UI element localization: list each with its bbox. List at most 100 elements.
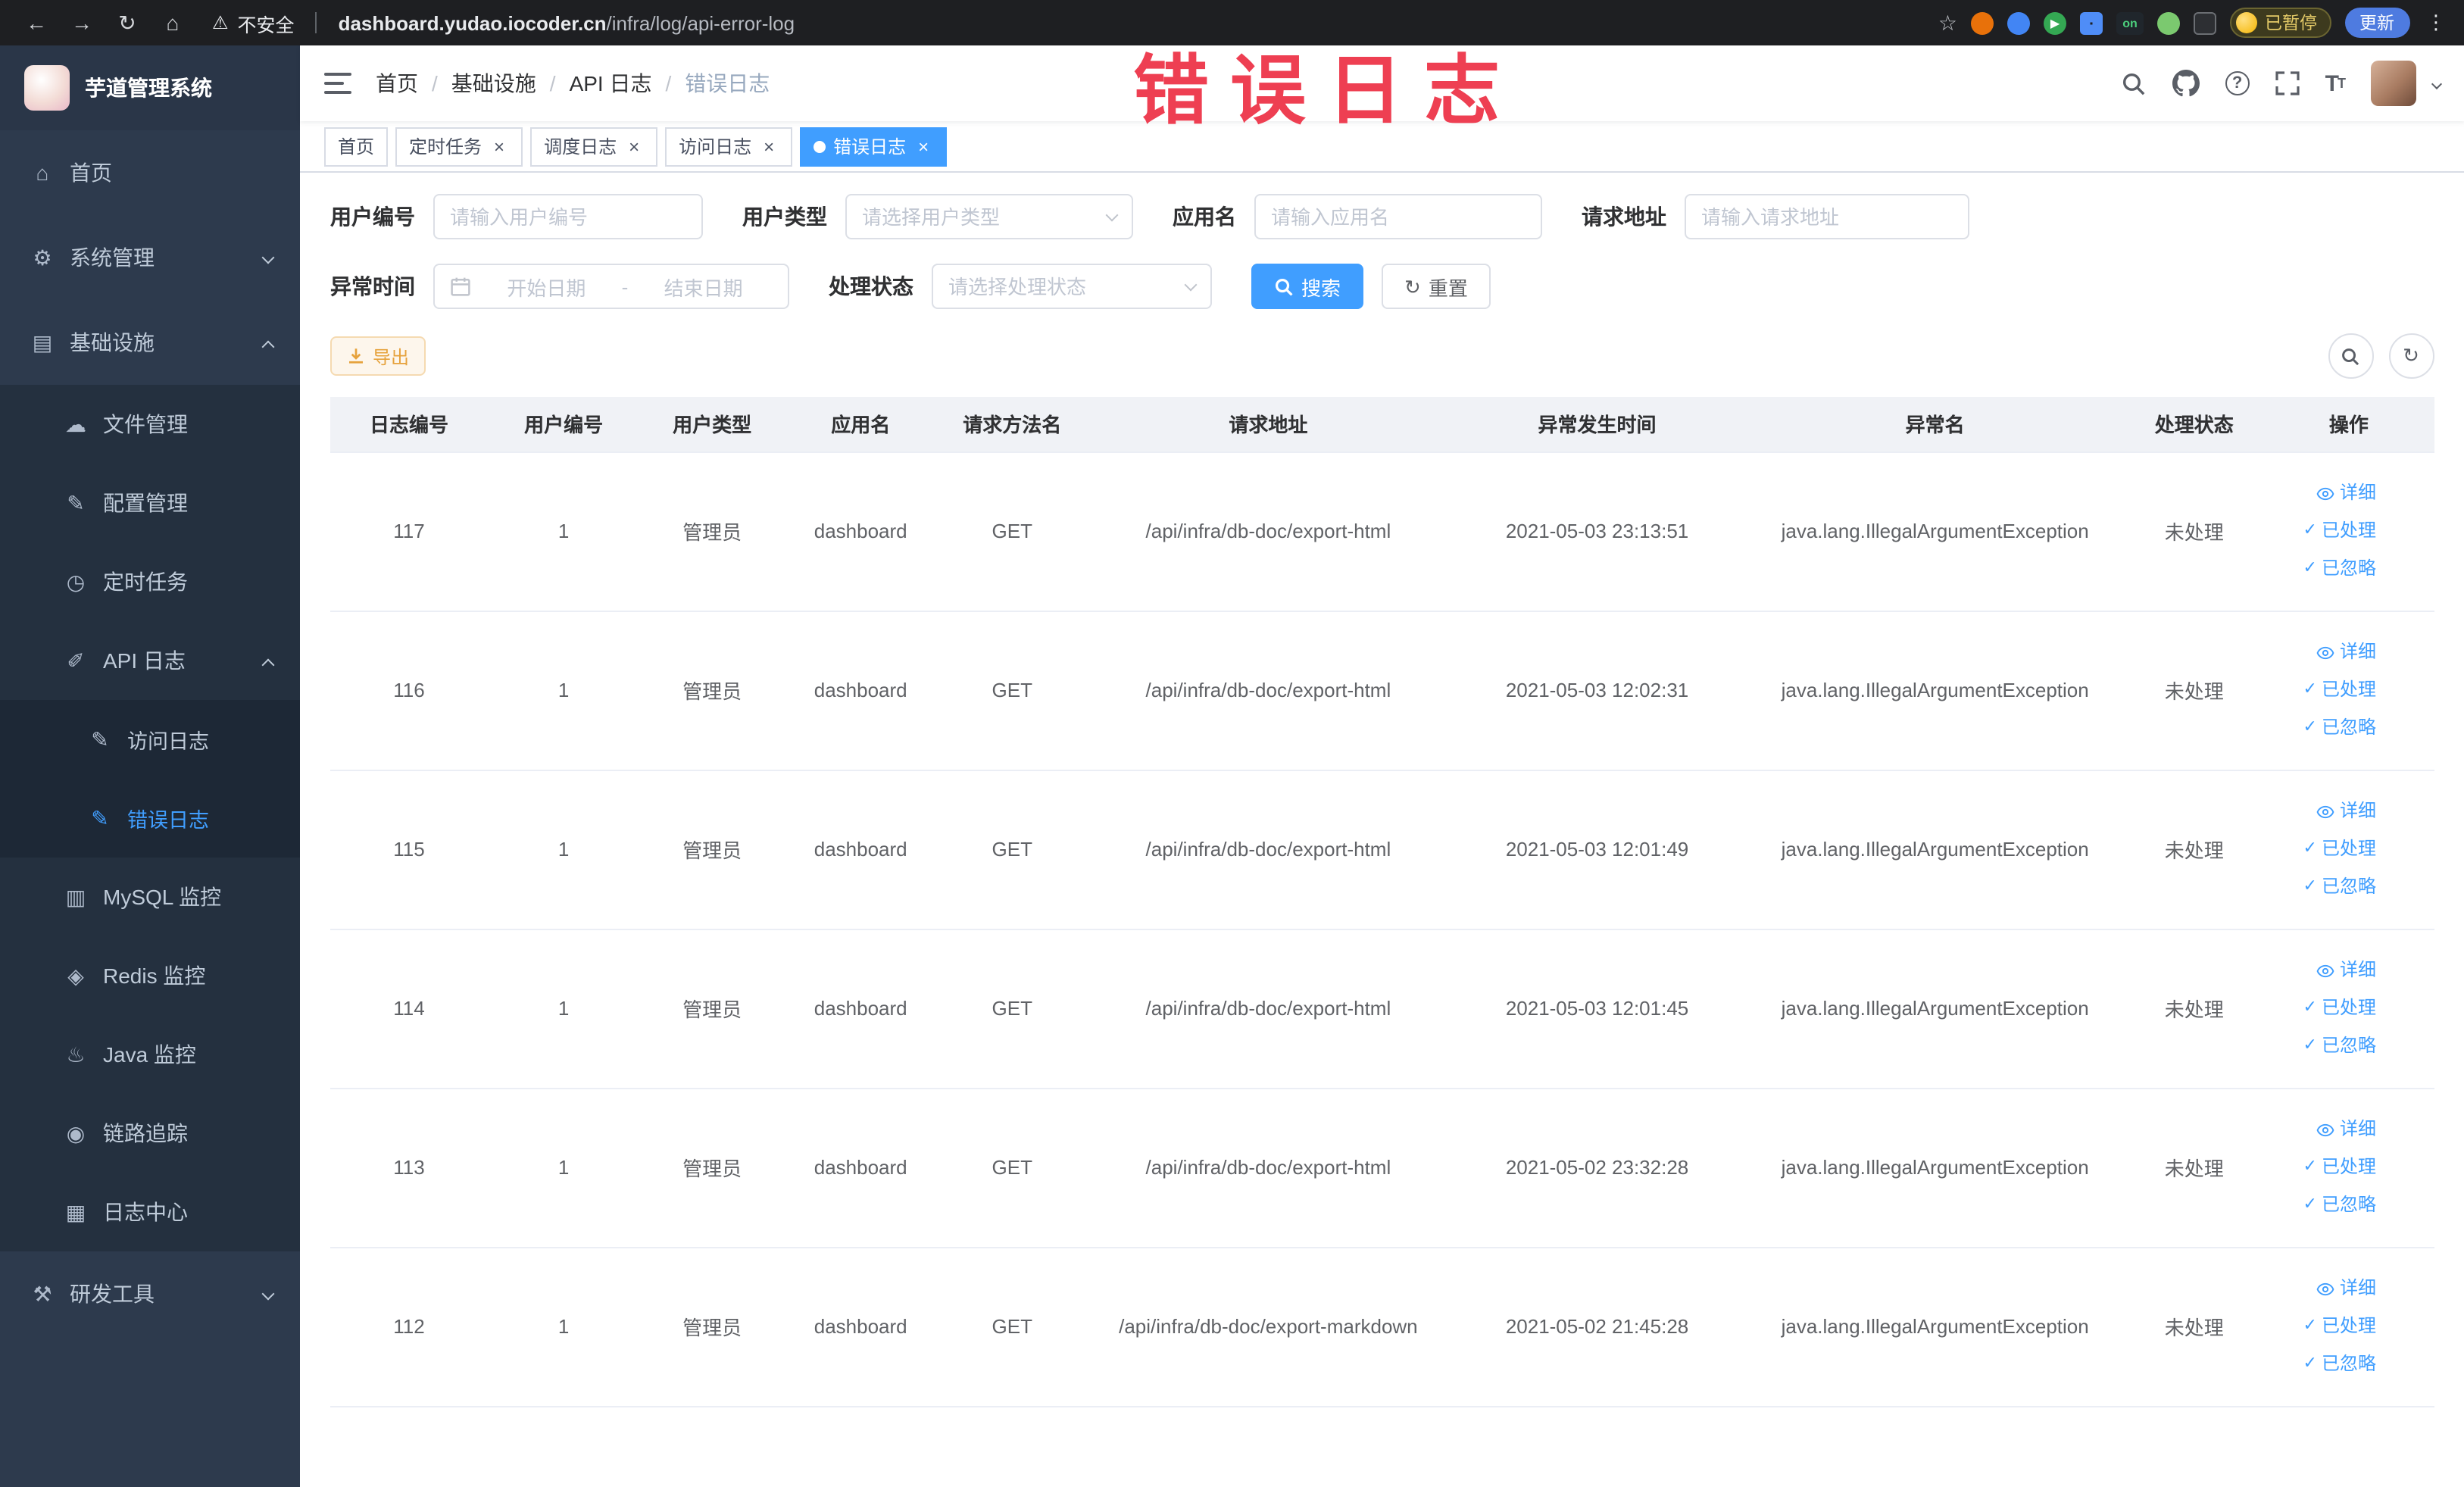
action-ignored-link[interactable]: ✓ 已忽略 — [2270, 709, 2376, 747]
action-processed-link[interactable]: ✓ 已处理 — [2270, 1148, 2376, 1186]
process-status-select-input[interactable] — [932, 264, 1212, 309]
process-status-select[interactable] — [932, 264, 1212, 309]
app-name-input[interactable] — [1254, 194, 1542, 239]
sidebar-item-config[interactable]: ✎ 配置管理 — [0, 464, 300, 542]
action-processed-link[interactable]: ✓ 已处理 — [2270, 1307, 2376, 1345]
browser-actions: ☆ ▶ on 已暂停 更新 ⋮ — [1938, 8, 2446, 38]
browser-menu-icon[interactable]: ⋮ — [2426, 11, 2446, 35]
export-button[interactable]: 导出 — [330, 336, 426, 376]
close-icon[interactable]: × — [624, 136, 644, 156]
sidebar-item-error-log[interactable]: ✎ 错误日志 — [0, 779, 300, 858]
back-icon[interactable]: ← — [18, 6, 55, 39]
sidebar-item-api-log[interactable]: ✐ API 日志 — [0, 621, 300, 700]
search-button-label: 搜索 — [1301, 276, 1341, 299]
bookmark-star-icon[interactable]: ☆ — [1938, 10, 1957, 36]
check-icon: ✓ — [2303, 1157, 2317, 1176]
tab-item[interactable]: 访问日志 × — [665, 127, 793, 166]
extension-icon-1[interactable] — [1971, 11, 1994, 34]
action-processed-link[interactable]: ✓ 已处理 — [2270, 512, 2376, 550]
reset-button[interactable]: ↻ 重置 — [1382, 264, 1491, 309]
start-date-placeholder[interactable]: 开始日期 — [477, 272, 616, 301]
logcenter-icon: ▦ — [65, 1199, 86, 1223]
cell-user_id: 1 — [488, 611, 640, 770]
action-processed-link[interactable]: ✓ 已处理 — [2270, 830, 2376, 868]
action-ignored-link[interactable]: ✓ 已忽略 — [2270, 868, 2376, 906]
sidebar-item-job[interactable]: ◷ 定时任务 — [0, 542, 300, 621]
profile-paused-chip[interactable]: 已暂停 — [2230, 8, 2331, 38]
forward-icon[interactable]: → — [64, 6, 100, 39]
action-processed-link[interactable]: ✓ 已处理 — [2270, 989, 2376, 1027]
action-detail-link[interactable]: 详细 — [2270, 792, 2376, 830]
sidebar-item-access-log[interactable]: ✎ 访问日志 — [0, 700, 300, 779]
table-row: 117 1 管理员 dashboard GET/api/infra/db-doc/exp… — [330, 451, 2434, 611]
app-logo[interactable]: 芋道管理系统 — [0, 45, 300, 130]
cell-url: /api/infra/db-doc/export-html — [1088, 451, 1449, 611]
url-domain: dashboard.yudao.iocoder.cn — [338, 11, 607, 34]
reload-icon[interactable]: ↻ — [109, 6, 145, 39]
cell-id: 116 — [330, 611, 489, 770]
close-icon[interactable]: × — [489, 136, 509, 156]
sidebar-item-dev-tools[interactable]: ⚒ 研发工具 — [0, 1251, 300, 1336]
tab-item[interactable]: 错误日志 × — [800, 127, 948, 166]
action-ignored-link[interactable]: ✓ 已忽略 — [2270, 550, 2376, 588]
site-security[interactable]: ⚠ 不安全 — [212, 8, 295, 37]
action-label: 详细 — [2339, 1277, 2376, 1298]
sidebar-item-file[interactable]: ☁ 文件管理 — [0, 385, 300, 464]
sidebar-item-trace[interactable]: ◉ 链路追踪 — [0, 1094, 300, 1173]
action-processed-link[interactable]: ✓ 已处理 — [2270, 671, 2376, 709]
user-type-select[interactable] — [845, 194, 1133, 239]
extension-icon-2[interactable] — [2007, 11, 2030, 34]
action-ignored-link[interactable]: ✓ 已忽略 — [2270, 1345, 2376, 1383]
extension-icon-4[interactable] — [2080, 11, 2103, 34]
breadcrumb-item[interactable]: 首页 — [376, 68, 418, 98]
date-range-picker[interactable]: 开始日期 - 结束日期 — [433, 264, 789, 309]
update-button[interactable]: 更新 — [2344, 8, 2409, 38]
avatar-caret-icon[interactable] — [2430, 77, 2442, 89]
trace-icon: ◉ — [66, 1120, 86, 1145]
action-detail-link[interactable]: 详细 — [2270, 633, 2376, 671]
action-detail-link[interactable]: 详细 — [2270, 474, 2376, 512]
sidebar-item-java[interactable]: ♨ Java 监控 — [0, 1015, 300, 1094]
request-url-input[interactable] — [1685, 194, 1969, 239]
sidebar-item-redis[interactable]: ◈ Redis 监控 — [0, 936, 300, 1015]
search-icon[interactable] — [2121, 70, 2147, 96]
sidebar-item-mysql[interactable]: ▥ MySQL 监控 — [0, 858, 300, 936]
font-size-icon[interactable]: TT — [2325, 70, 2346, 96]
close-icon[interactable]: × — [913, 136, 933, 156]
extension-icon-6[interactable] — [2157, 11, 2180, 34]
breadcrumb-item[interactable]: 基础设施 — [451, 68, 536, 98]
help-icon[interactable]: ? — [2225, 71, 2250, 95]
action-ignored-link[interactable]: ✓ 已忽略 — [2270, 1186, 2376, 1224]
cell-actions: 详细 ✓ 已处理 ✓ 已忽略 — [2263, 611, 2434, 770]
sidebar-item-infra[interactable]: ▤ 基础设施 — [0, 300, 300, 385]
tab-item[interactable]: 定时任务 × — [395, 127, 523, 166]
user-id-input[interactable] — [433, 194, 703, 239]
refresh-table-button[interactable]: ↻ — [2388, 333, 2434, 379]
sidebar-item-log-center[interactable]: ▦ 日志中心 — [0, 1173, 300, 1251]
extension-icon-3[interactable]: ▶ — [2044, 11, 2066, 34]
extension-on-badge[interactable]: on — [2116, 11, 2144, 34]
sidebar-toggle-icon[interactable] — [324, 73, 351, 94]
sidebar-item-system[interactable]: ⚙ 系统管理 — [0, 215, 300, 300]
search-button[interactable]: 搜索 — [1251, 264, 1364, 309]
home-icon[interactable]: ⌂ — [155, 6, 191, 39]
table-toolbar: 导出 ↻ — [330, 333, 2434, 379]
fullscreen-icon[interactable] — [2275, 71, 2300, 95]
user-avatar[interactable] — [2370, 61, 2416, 106]
search-toggle-button[interactable] — [2328, 333, 2373, 379]
action-detail-link[interactable]: 详细 — [2270, 951, 2376, 989]
close-icon[interactable]: × — [759, 136, 779, 156]
action-detail-link[interactable]: 详细 — [2270, 1111, 2376, 1148]
tab-item[interactable]: 首页 — [324, 127, 389, 166]
address-bar[interactable]: dashboard.yudao.iocoder.cn/infra/log/api… — [339, 11, 795, 34]
github-icon[interactable] — [2172, 70, 2200, 97]
action-detail-link[interactable]: 详细 — [2270, 1270, 2376, 1307]
breadcrumb-item[interactable]: API 日志 — [570, 68, 652, 98]
tab-item[interactable]: 调度日志 × — [530, 127, 658, 166]
extension-icon-7[interactable] — [2194, 11, 2216, 34]
user-type-select-input[interactable] — [845, 194, 1133, 239]
eye-icon — [2317, 1279, 2335, 1298]
sidebar-item-home[interactable]: ⌂ 首页 — [0, 130, 300, 215]
end-date-placeholder[interactable]: 结束日期 — [634, 272, 773, 301]
action-ignored-link[interactable]: ✓ 已忽略 — [2270, 1027, 2376, 1065]
